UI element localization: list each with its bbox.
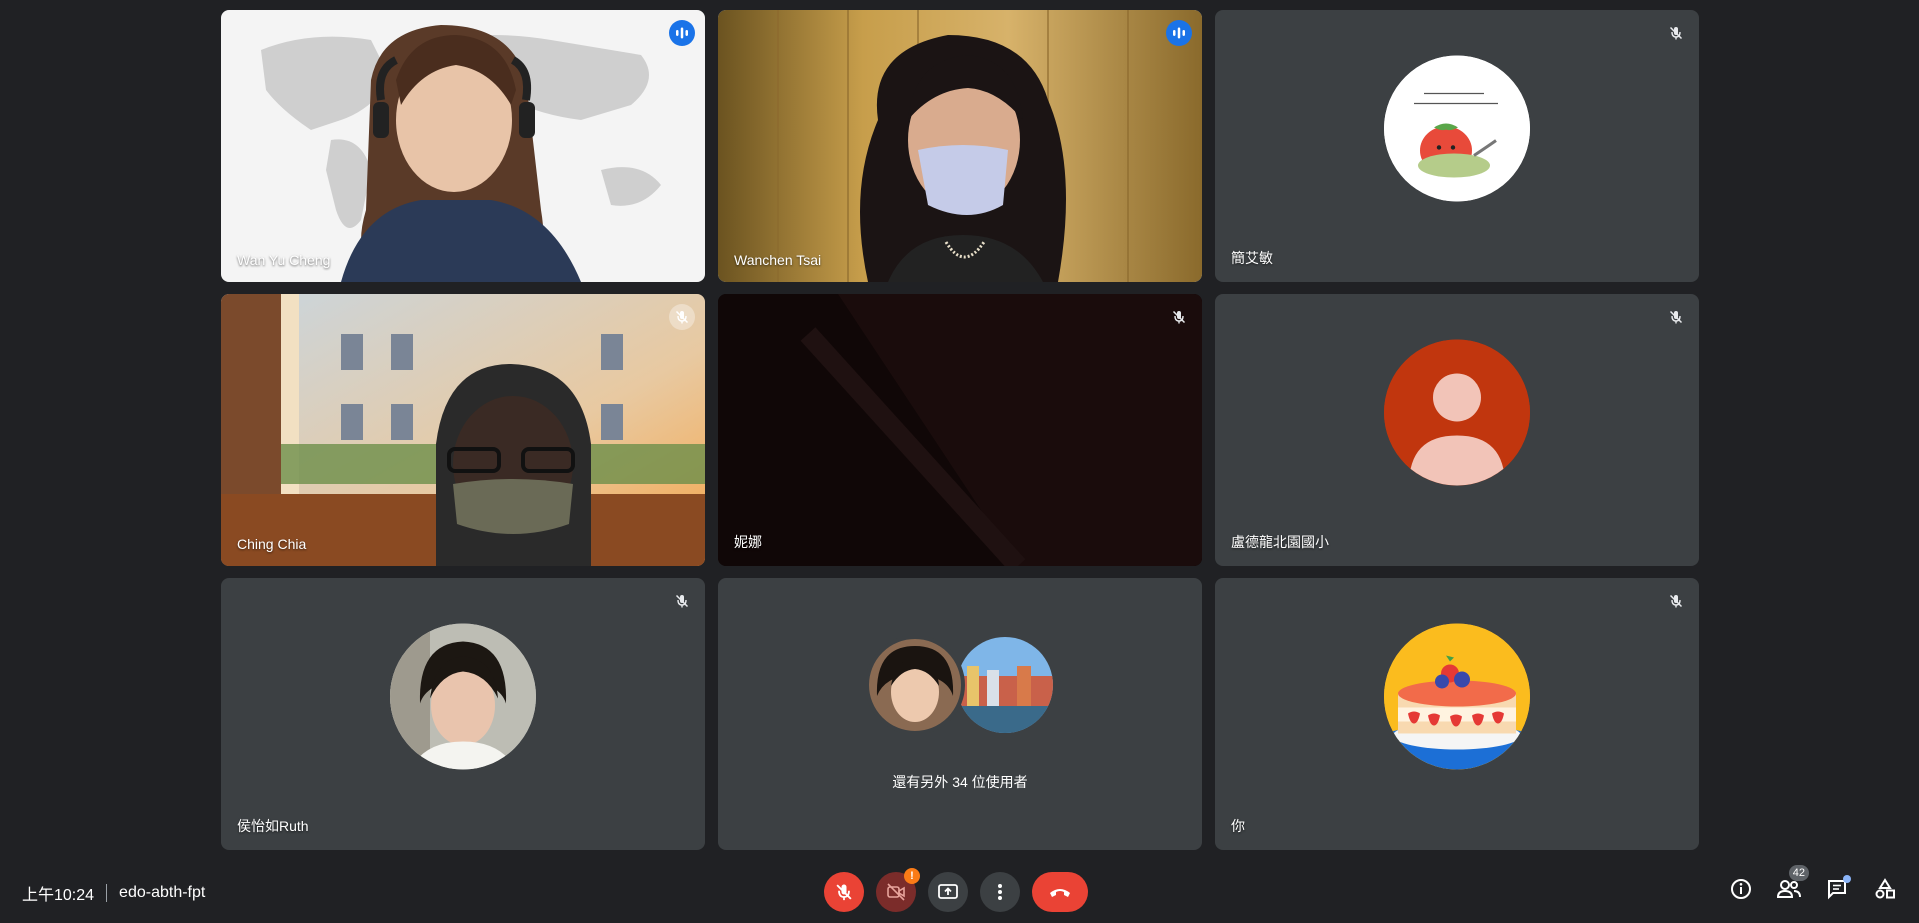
avatar (390, 623, 536, 770)
info-icon (1731, 879, 1751, 899)
participant-name: Ching Chia (237, 536, 307, 552)
meeting-details-button[interactable] (1727, 875, 1755, 903)
participant-tile[interactable]: 簡艾敏 (1215, 10, 1699, 282)
participant-name: 簡艾敏 (1231, 250, 1273, 266)
participant-tile[interactable]: 盧德龍北園國小 (1215, 294, 1699, 566)
participant-video (221, 10, 705, 282)
participant-name: 盧德龍北園國小 (1231, 534, 1329, 550)
microphone-toggle-button[interactable] (824, 872, 864, 912)
others-tile[interactable]: 還有另外 34 位使用者 (718, 578, 1202, 850)
participant-name: 妮娜 (734, 534, 762, 550)
others-avatars (865, 635, 1053, 735)
participant-name: 你 (1231, 818, 1245, 834)
present-screen-button[interactable] (928, 872, 968, 912)
participant-tile[interactable]: Ching Chia (221, 294, 705, 566)
bottom-toolbar: 上午10:24 edo-abth-fpt ! 42 (0, 861, 1919, 923)
participant-name: 侯怡如Ruth (237, 818, 309, 834)
mic-off-icon (1663, 588, 1689, 614)
participant-tile[interactable]: Wanchen Tsai (718, 10, 1202, 282)
divider (106, 884, 108, 902)
participant-tile[interactable]: Wan Yu Cheng (221, 10, 705, 282)
camera-toggle-button[interactable]: ! (876, 868, 920, 912)
participant-tile[interactable]: 侯怡如Ruth (221, 578, 705, 850)
people-button[interactable]: 42 (1775, 865, 1809, 903)
avatar (1384, 55, 1530, 202)
participant-grid: Wan Yu Cheng Wanchen Tsai 簡艾敏 Ching Chia… (221, 10, 1699, 850)
camera-off-icon (887, 883, 905, 901)
mic-off-icon (669, 588, 695, 614)
chat-button[interactable] (1823, 875, 1851, 903)
more-options-button[interactable] (980, 872, 1020, 912)
others-count-label: 還有另外 34 位使用者 (892, 774, 1028, 790)
activities-icon (1875, 878, 1895, 899)
avatar (1384, 623, 1530, 770)
avatar (1384, 339, 1530, 486)
mic-off-icon (1166, 304, 1192, 330)
participant-video (718, 294, 1202, 566)
more-vert-icon (998, 884, 1002, 900)
mic-off-icon (1663, 20, 1689, 46)
meeting-code[interactable]: edo-abth-fpt (119, 884, 205, 902)
mic-off-icon (669, 304, 695, 330)
camera-warning-badge: ! (904, 868, 920, 884)
meeting-time: 上午10:24 (22, 887, 95, 904)
participant-name: Wan Yu Cheng (237, 252, 331, 268)
mic-off-icon (1663, 304, 1689, 330)
activities-button[interactable] (1871, 875, 1899, 903)
hang-up-icon (1050, 889, 1070, 897)
present-screen-icon (938, 884, 958, 899)
people-count-badge: 42 (1788, 865, 1809, 881)
self-tile[interactable]: 你 (1215, 578, 1699, 850)
leave-call-button[interactable] (1032, 872, 1088, 912)
participant-name: Wanchen Tsai (734, 252, 822, 268)
participant-video (221, 294, 705, 566)
side-panel-buttons: 42 (1727, 865, 1899, 903)
chat-notification-dot (1843, 875, 1851, 883)
speaking-indicator-icon (669, 20, 695, 46)
participant-video (718, 10, 1202, 282)
speaking-indicator-icon (1166, 20, 1192, 46)
mic-off-icon (836, 884, 852, 901)
participant-tile[interactable]: 妮娜 (718, 294, 1202, 566)
call-controls: ! (824, 868, 1088, 912)
meeting-info: 上午10:24 edo-abth-fpt (22, 881, 205, 905)
